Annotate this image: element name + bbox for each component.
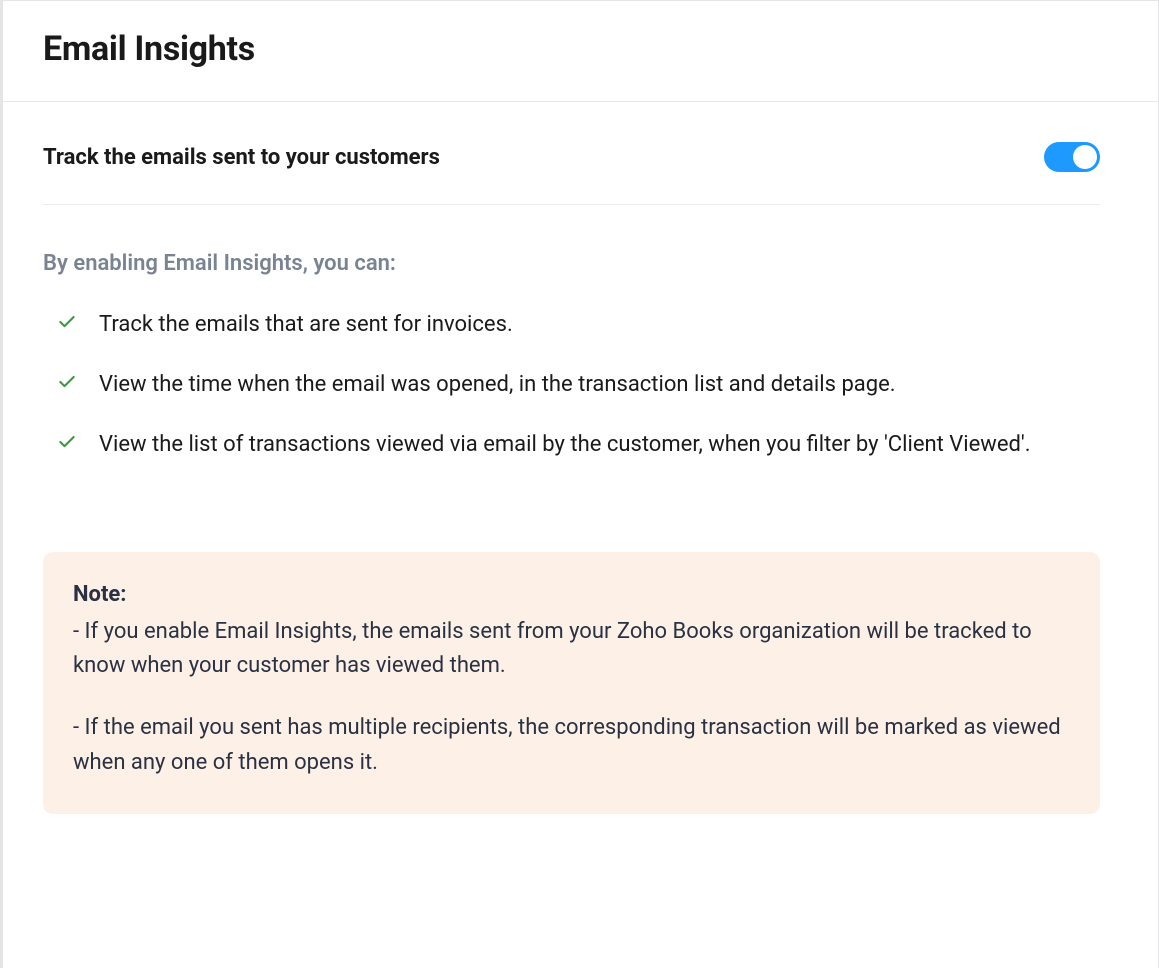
page-header: Email Insights — [3, 1, 1158, 102]
feature-text: View the time when the email was opened,… — [99, 368, 896, 402]
check-icon — [57, 372, 77, 392]
note-line: - If you enable Email Insights, the emai… — [73, 615, 1070, 683]
toggle-knob — [1073, 145, 1097, 169]
note-title: Note: — [73, 582, 1070, 607]
check-icon — [57, 432, 77, 452]
check-icon — [57, 312, 77, 332]
track-emails-toggle-row: Track the emails sent to your customers — [43, 142, 1100, 205]
track-emails-toggle[interactable] — [1044, 142, 1100, 172]
feature-item: View the list of transactions viewed via… — [57, 428, 1100, 462]
feature-list: Track the emails that are sent for invoi… — [43, 308, 1100, 462]
feature-item: View the time when the email was opened,… — [57, 368, 1100, 402]
track-emails-label: Track the emails sent to your customers — [43, 145, 440, 170]
feature-text: View the list of transactions viewed via… — [99, 428, 1031, 462]
feature-text: Track the emails that are sent for invoi… — [99, 308, 513, 342]
features-subheading: By enabling Email Insights, you can: — [43, 251, 1100, 276]
feature-item: Track the emails that are sent for invoi… — [57, 308, 1100, 342]
content-area: Track the emails sent to your customers … — [3, 102, 1158, 854]
note-box: Note: - If you enable Email Insights, th… — [43, 552, 1100, 813]
note-line: - If the email you sent has multiple rec… — [73, 711, 1070, 779]
page-title: Email Insights — [43, 29, 1118, 69]
